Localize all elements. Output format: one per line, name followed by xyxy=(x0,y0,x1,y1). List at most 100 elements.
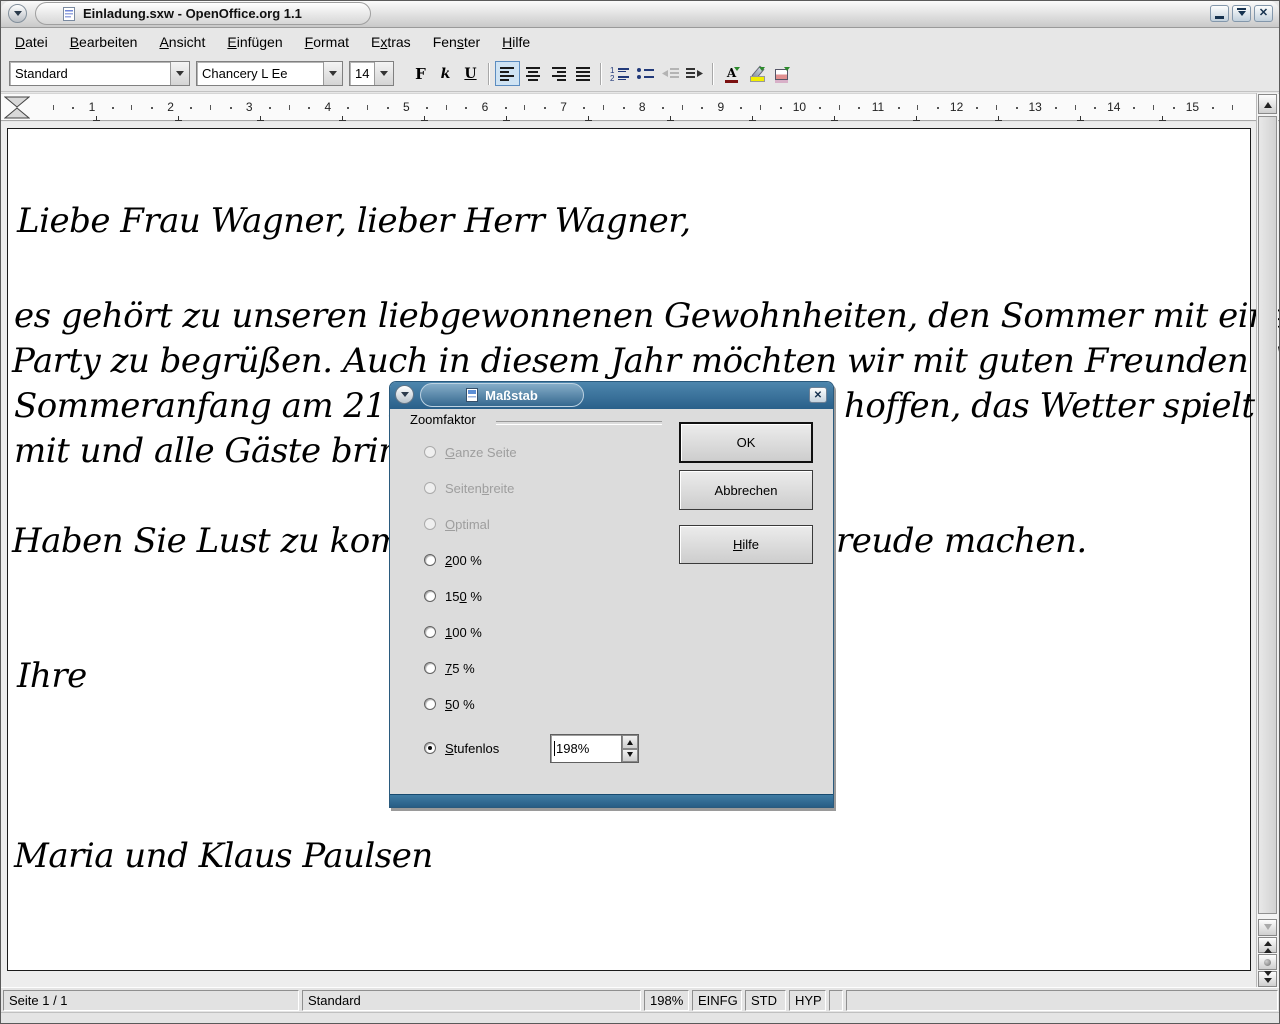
menu-bearbeiten[interactable]: Bearbeiten xyxy=(59,29,149,55)
document-line: Maria und Klaus Paulsen xyxy=(14,836,433,876)
radio-zoom-75[interactable]: 75 % xyxy=(424,658,475,678)
close-button[interactable]: ✕ xyxy=(1254,5,1273,22)
abbrechen-button[interactable]: Abbrechen xyxy=(679,470,813,510)
style-combo-dropdown[interactable] xyxy=(170,62,189,85)
status-hyperlink-mode[interactable]: HYP xyxy=(789,990,826,1011)
ruler-tick xyxy=(367,105,368,110)
font-combo-dropdown[interactable] xyxy=(323,62,342,85)
next-page-button[interactable] xyxy=(1258,971,1277,987)
ruler-tick xyxy=(1055,107,1057,109)
radio-label: 50 % xyxy=(445,697,475,712)
paragraph-background-button[interactable] xyxy=(769,61,794,86)
justify-button[interactable] xyxy=(570,61,595,86)
size-combo-dropdown[interactable] xyxy=(374,62,393,85)
menu-datei[interactable]: Datei xyxy=(4,29,59,55)
indent-markers[interactable] xyxy=(4,96,30,119)
spin-down-button[interactable] xyxy=(622,749,638,763)
zoom-value-spinner[interactable]: 198% xyxy=(550,734,639,763)
ruler-tick xyxy=(151,107,153,109)
menu-extras[interactable]: Extras xyxy=(360,29,422,55)
scrollbar-thumb[interactable] xyxy=(1258,116,1277,914)
radio-circle-icon[interactable] xyxy=(424,590,436,602)
ruler-tick xyxy=(112,107,114,109)
ruler-tick xyxy=(1153,105,1154,110)
menu-hilfe[interactable]: Hilfe xyxy=(491,29,541,55)
radio-stufenlos[interactable]: Stufenlos xyxy=(424,738,499,758)
status-modified xyxy=(829,990,843,1011)
bold-icon: F xyxy=(415,65,426,83)
status-insert-mode[interactable]: EINFG xyxy=(692,990,742,1011)
underline-button[interactable]: U xyxy=(458,61,483,86)
italic-button[interactable]: k xyxy=(433,61,458,86)
radio-circle-icon[interactable] xyxy=(424,626,436,638)
vertical-scrollbar[interactable] xyxy=(1256,93,1278,989)
scroll-down-button[interactable] xyxy=(1258,919,1277,936)
highlighting-button[interactable] xyxy=(744,61,769,86)
radio-zoom-150[interactable]: 150 % xyxy=(424,586,482,606)
align-right-button[interactable] xyxy=(545,61,570,86)
radio-label: Seitenbreite xyxy=(445,481,514,496)
writer-document-icon xyxy=(63,7,75,21)
menu-einfuegen[interactable]: Einfügen xyxy=(216,29,293,55)
radio-circle-icon[interactable] xyxy=(424,554,436,566)
ruler-tick xyxy=(780,107,782,109)
align-left-button[interactable] xyxy=(495,61,520,86)
document-line: reude machen. xyxy=(836,521,1087,561)
font-color-button[interactable]: A xyxy=(719,61,744,86)
status-page[interactable]: Seite 1 / 1 xyxy=(3,990,299,1011)
ruler[interactable]: 123456789101112131415 xyxy=(1,93,1279,121)
status-page-style[interactable]: Standard xyxy=(302,990,641,1011)
font-size-combo[interactable]: 14 xyxy=(349,61,394,86)
titlebar[interactable]: Einladung.sxw - OpenOffice.org 1.1 ✕ xyxy=(1,1,1279,28)
ruler-number: 4 xyxy=(324,100,331,114)
ruler-tick xyxy=(603,105,604,110)
radio-zoom-100[interactable]: 100 % xyxy=(424,622,482,642)
radio-circle-icon[interactable] xyxy=(424,698,436,710)
spin-up-button[interactable] xyxy=(622,735,638,749)
radio-zoom-50[interactable]: 50 % xyxy=(424,694,475,714)
navigation-button[interactable] xyxy=(1258,954,1277,970)
ruler-tick xyxy=(446,105,447,110)
previous-page-button[interactable] xyxy=(1258,937,1277,953)
titlebar-pill: Einladung.sxw - OpenOffice.org 1.1 xyxy=(35,2,371,25)
menu-fenster[interactable]: Fenster xyxy=(422,29,491,55)
window-menu-button[interactable] xyxy=(8,4,27,23)
ruler-tick xyxy=(1173,107,1175,109)
ruler-tick xyxy=(269,107,271,109)
paragraph-style-combo[interactable]: Standard xyxy=(9,61,190,86)
maximize-button[interactable] xyxy=(1232,5,1251,22)
increase-indent-button[interactable] xyxy=(682,61,707,86)
menu-ansicht[interactable]: Ansicht xyxy=(148,29,216,55)
ruler-number: 9 xyxy=(717,100,724,114)
menu-format[interactable]: Format xyxy=(294,29,360,55)
increase-indent-icon xyxy=(685,66,705,81)
ruler-tick xyxy=(1075,105,1076,110)
status-selection-mode[interactable]: STD xyxy=(745,990,786,1011)
minimize-button[interactable] xyxy=(1210,5,1229,22)
zoom-value-text: 198% xyxy=(556,741,589,756)
italic-icon: k xyxy=(441,66,451,82)
radio-zoom-200[interactable]: 200 % xyxy=(424,550,482,570)
hilfe-button[interactable]: Hilfe xyxy=(679,525,813,564)
bullet-list-button[interactable] xyxy=(632,61,657,86)
font-name-combo[interactable]: Chancery L Ee xyxy=(196,61,343,86)
dialog-close-button[interactable]: ✕ xyxy=(809,387,827,403)
bold-button[interactable]: F xyxy=(408,61,433,86)
double-triangle-up-icon xyxy=(1264,944,1272,953)
radio-circle-icon[interactable] xyxy=(424,742,436,754)
radio-label: 100 % xyxy=(445,625,482,640)
radio-circle-icon[interactable] xyxy=(424,662,436,674)
zoom-value-input[interactable]: 198% xyxy=(551,735,621,762)
radio-ganze-seite: Ganze Seite xyxy=(424,442,517,462)
scroll-up-button[interactable] xyxy=(1258,94,1277,114)
chevron-down-icon xyxy=(380,71,388,80)
align-center-button[interactable] xyxy=(520,61,545,86)
dialog-menu-button[interactable] xyxy=(395,385,414,404)
ruler-tick xyxy=(701,107,703,109)
triangle-up-icon xyxy=(1264,98,1272,108)
dialog-titlebar[interactable]: Maßstab ✕ xyxy=(390,382,833,409)
status-zoom[interactable]: 198% xyxy=(644,990,689,1011)
decrease-indent-button[interactable] xyxy=(657,61,682,86)
ok-button[interactable]: OK xyxy=(679,422,813,463)
numbered-list-button[interactable]: 12 xyxy=(607,61,632,86)
